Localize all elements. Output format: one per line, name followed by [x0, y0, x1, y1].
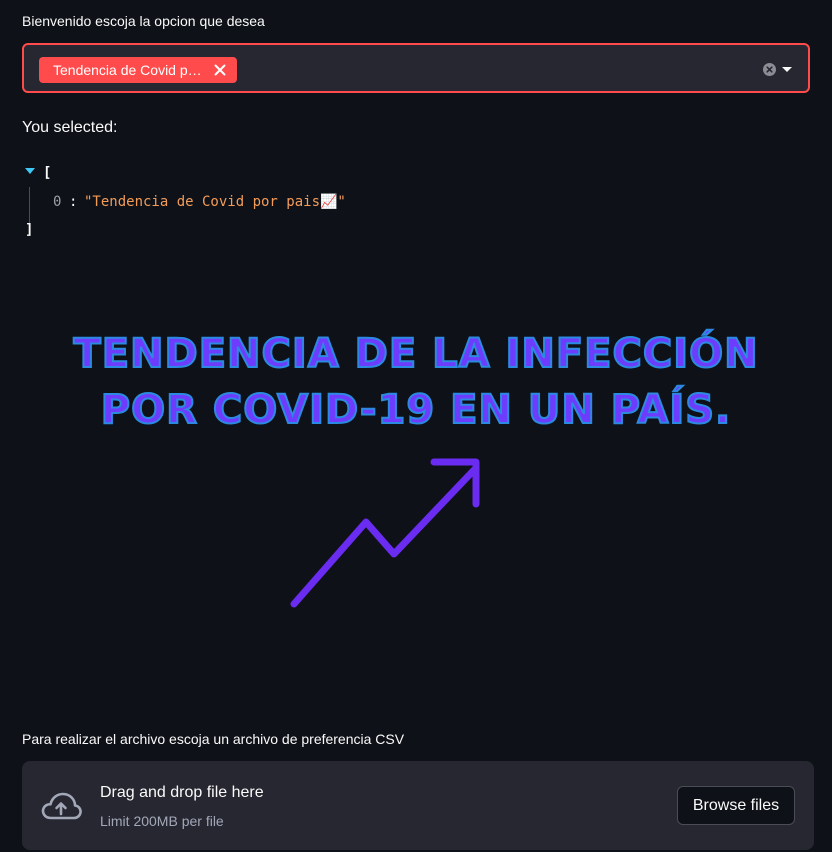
chevron-down-icon[interactable] — [782, 67, 792, 72]
close-icon[interactable] — [211, 61, 229, 79]
trend-arrow-icon — [290, 458, 480, 608]
json-indent-guide — [29, 187, 30, 225]
browse-files-button[interactable]: Browse files — [677, 786, 795, 825]
file-uploader-label: Para realizar el archivo escoja un archi… — [22, 731, 405, 747]
json-index: 0 — [53, 194, 62, 210]
streamlit-page: Bienvenido escoja la opcion que desea Te… — [0, 0, 832, 852]
json-colon: : — [69, 194, 78, 210]
json-open-bracket: [ — [43, 165, 52, 181]
multiselect-input[interactable]: Tendencia de Covid por pais📈 — [22, 43, 810, 93]
selected-tag-label: Tendencia de Covid por pais📈 — [53, 61, 203, 78]
multiselect-label: Bienvenido escoja la opcion que desea — [22, 13, 265, 29]
json-close-bracket: ] — [25, 222, 34, 238]
clear-icon[interactable] — [763, 63, 776, 76]
you-selected-heading: You selected: — [22, 119, 118, 136]
dropzone-limit: Limit 200MB per file — [100, 813, 224, 829]
cloud-upload-icon — [41, 792, 82, 820]
json-string-value: "Tendencia de Covid por pais📈" — [84, 194, 346, 210]
file-dropzone[interactable]: Drag and drop file here Limit 200MB per … — [22, 761, 814, 850]
dropzone-title: Drag and drop file here — [100, 784, 264, 801]
triangle-down-icon[interactable] — [25, 168, 35, 174]
banner-title: TENDENCIA DE LA INFECCIÓN POR COVID-19 E… — [72, 330, 759, 434]
selected-tag[interactable]: Tendencia de Covid por pais📈 — [39, 57, 237, 83]
